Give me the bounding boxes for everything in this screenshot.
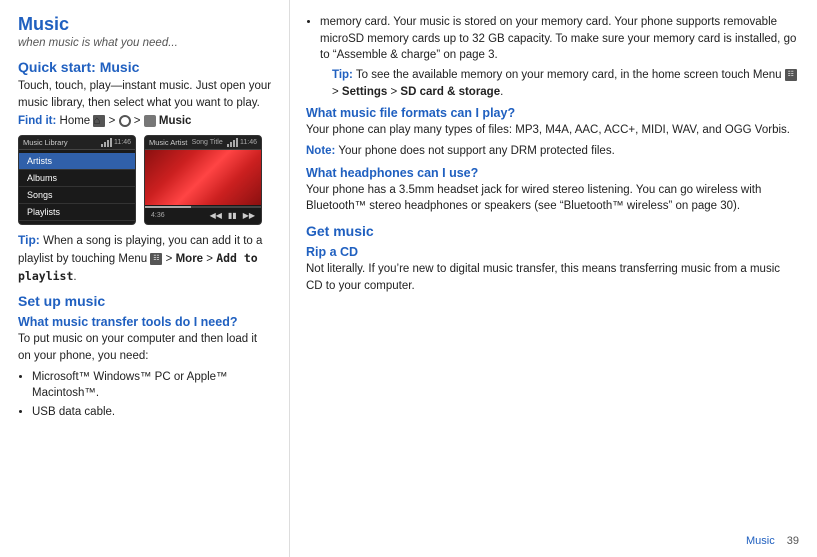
headphones-text: Your phone has a 3.5mm headset jack for …: [306, 182, 799, 215]
tip-memory-label: Tip:: [332, 69, 353, 81]
prev-btn: ◀◀: [210, 211, 222, 220]
signal-bars: [101, 139, 112, 147]
bar4: [110, 138, 112, 147]
memory-text: memory card. Your music is stored on you…: [320, 16, 796, 61]
right-bullets: memory card. Your music is stored on you…: [320, 14, 799, 100]
arrow-sep1: >: [109, 115, 119, 127]
bar3: [107, 140, 109, 147]
find-it: Find it: Home ⌂ > > Music: [18, 115, 273, 127]
note-block: Note: Your phone does not support any DR…: [306, 143, 799, 160]
quick-start-heading: Quick start: Music: [18, 59, 273, 75]
tip-memory: Tip: To see the available memory on your…: [332, 67, 799, 100]
subtitle: when music is what you need...: [18, 37, 273, 49]
screens-container: Music Library 11:46 Artists Albums Songs…: [18, 135, 273, 225]
progress-fill: [145, 206, 191, 208]
rip-cd-text: Not literally. If you’re new to digital …: [306, 261, 799, 294]
footer-label: Music: [746, 535, 775, 547]
bar2: [104, 142, 106, 147]
page-footer: Music 39: [746, 535, 799, 547]
circle-icon: [119, 115, 131, 127]
screen-right-header: Music Artist Song Title 11:46: [145, 136, 261, 150]
progress-bar: [145, 206, 261, 208]
rip-cd-subheading: Rip a CD: [306, 245, 799, 259]
arrow-sep2: >: [134, 115, 144, 127]
formats-heading: What music file formats can I play?: [306, 106, 799, 120]
tip-memory-text: To see the available memory on your memo…: [356, 69, 785, 81]
screen-right-title: Music Artist: [149, 138, 187, 147]
rbar2: [230, 142, 232, 147]
bullet-microsoft: Microsoft™ Windows™ PC or Apple™ Macinto…: [32, 369, 273, 402]
find-it-text: Home: [60, 115, 94, 127]
transfer-subheading: What music transfer tools do I need?: [18, 315, 273, 329]
transfer-text: To put music on your computer and then l…: [18, 331, 273, 364]
screen-left-title: Music Library: [23, 138, 68, 147]
screen-left-time: 11:46: [114, 139, 131, 146]
music-icon-small: [144, 115, 156, 127]
home-icon: ⌂: [93, 115, 105, 127]
screen-right: Music Artist Song Title 11:46 4:36: [144, 135, 262, 225]
page-title: Music: [18, 14, 273, 35]
menu-artists: Artists: [19, 153, 135, 170]
menu-albums: Albums: [19, 170, 135, 187]
menu-playlists: Playlists: [19, 204, 135, 221]
find-it-label: Find it:: [18, 115, 56, 127]
tip-label: Tip:: [18, 233, 40, 247]
screen-left-status: 11:46: [101, 139, 131, 147]
menu-icon-inline: ☷: [150, 253, 162, 265]
rbar3: [233, 140, 235, 147]
quick-start-text: Touch, touch, play—instant music. Just o…: [18, 78, 273, 111]
menu-icon-right: ☷: [785, 69, 797, 81]
play-btn: ▮▮: [228, 211, 237, 220]
bullet-memory: memory card. Your music is stored on you…: [320, 14, 799, 100]
player-bar: 4:36 ◀◀ ▮▮ ▶▶: [145, 209, 261, 222]
tip-block: Tip: When a song is playing, you can add…: [18, 233, 273, 285]
bar1: [101, 144, 103, 147]
footer-page: 39: [787, 535, 799, 547]
headphones-heading: What headphones can I use?: [306, 166, 799, 180]
album-art: [145, 150, 261, 205]
music-label: Music: [159, 115, 192, 127]
screen-left-header: Music Library 11:46: [19, 136, 135, 150]
formats-text: Your phone can play many types of files:…: [306, 122, 799, 139]
signal-bars-right: [227, 139, 238, 147]
screen-right-subtitle: Song Title: [192, 139, 223, 146]
music-menu: Artists Albums Songs Playlists: [19, 150, 135, 224]
screen-right-status: 11:46: [227, 139, 257, 147]
right-column: memory card. Your music is stored on you…: [290, 0, 817, 557]
rbar1: [227, 144, 229, 147]
duration: 4:36: [151, 212, 165, 219]
screen-right-time: 11:46: [240, 139, 257, 146]
tip-memory-suffix: > Settings > SD card & storage.: [332, 86, 503, 98]
get-music-heading: Get music: [306, 223, 799, 239]
screen-left: Music Library 11:46 Artists Albums Songs…: [18, 135, 136, 225]
note-text: Your phone does not support any DRM prot…: [338, 145, 614, 157]
next-btn: ▶▶: [243, 211, 255, 220]
player-controls: ◀◀ ▮▮ ▶▶: [210, 211, 255, 220]
rbar4: [236, 138, 238, 147]
set-up-music-heading: Set up music: [18, 293, 273, 309]
bullet-usb: USB data cable.: [32, 404, 273, 421]
note-label: Note:: [306, 145, 335, 157]
transfer-bullets: Microsoft™ Windows™ PC or Apple™ Macinto…: [32, 369, 273, 421]
menu-songs: Songs: [19, 187, 135, 204]
left-column: Music when music is what you need... Qui…: [0, 0, 290, 557]
